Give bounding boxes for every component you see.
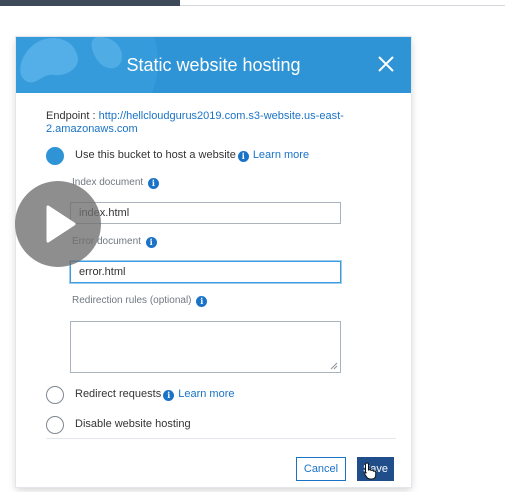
close-icon[interactable] <box>375 53 397 75</box>
redirection-rules-field-label: Redirection rules (optional) i <box>72 295 208 307</box>
top-bar-border <box>180 0 505 6</box>
redirect-requests-label: Redirect requests <box>75 388 162 400</box>
resize-grip-icon[interactable] <box>330 362 338 370</box>
info-icon[interactable]: i <box>196 296 208 307</box>
redirect-requests-option: Redirect requests i Learn more <box>75 388 234 401</box>
index-document-input[interactable] <box>70 202 341 224</box>
redirection-rules-textarea[interactable] <box>70 321 341 373</box>
redirection-rules-label: Redirection rules (optional) <box>72 295 192 306</box>
host-website-option: Use this bucket to host a website i Learn … <box>75 149 309 162</box>
endpoint-row: Endpoint : http://hellcloudgurus2019.com… <box>46 110 376 136</box>
play-icon <box>46 205 76 243</box>
dialog-header: Static website hosting <box>16 37 411 93</box>
info-icon[interactable]: i <box>163 390 175 401</box>
info-icon[interactable]: i <box>145 237 157 248</box>
info-icon[interactable]: i <box>147 178 159 189</box>
endpoint-label: Endpoint : <box>46 110 96 122</box>
disable-hosting-label: Disable website hosting <box>75 418 191 430</box>
host-learn-more-link[interactable]: Learn more <box>253 149 309 161</box>
hand-cursor-icon <box>363 462 377 480</box>
divider <box>46 438 396 439</box>
index-document-field-label: Index document i <box>72 177 159 189</box>
info-icon[interactable]: i <box>237 151 249 162</box>
host-website-radio[interactable] <box>46 147 64 165</box>
redirect-requests-radio[interactable] <box>46 386 64 404</box>
dialog-title: Static website hosting <box>126 55 301 75</box>
host-website-label: Use this bucket to host a website <box>75 149 236 161</box>
index-document-label: Index document <box>72 177 144 188</box>
error-document-input[interactable] <box>70 261 341 283</box>
redirect-learn-more-link[interactable]: Learn more <box>178 388 234 400</box>
disable-hosting-radio[interactable] <box>46 416 64 434</box>
cancel-button[interactable]: Cancel <box>296 457 346 481</box>
video-play-button[interactable] <box>15 181 101 267</box>
top-bar <box>0 0 180 6</box>
